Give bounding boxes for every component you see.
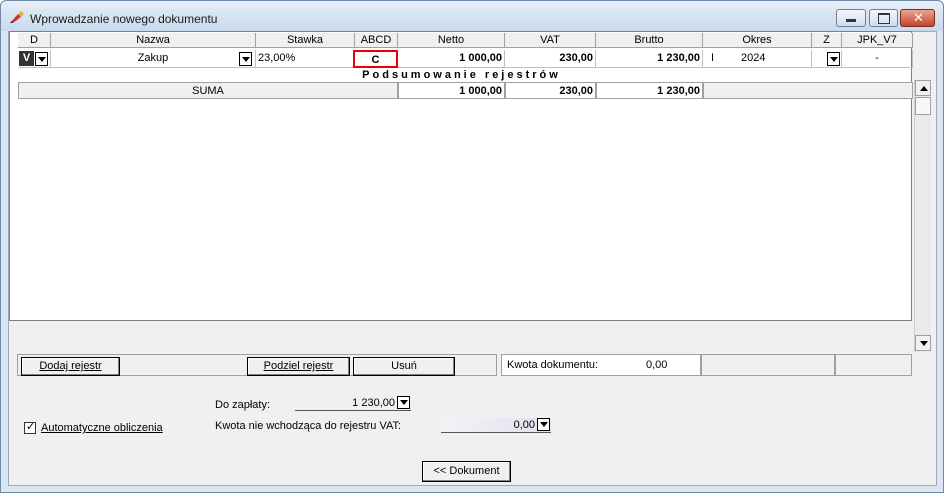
- dokument-button[interactable]: << Dokument: [422, 461, 511, 482]
- sum-netto: 1 000,00: [398, 82, 505, 99]
- close-button[interactable]: ✕: [900, 9, 935, 27]
- maximize-button[interactable]: [869, 9, 898, 27]
- cell-jpk[interactable]: -: [842, 50, 913, 68]
- cell-stawka[interactable]: 23,00%: [256, 50, 355, 68]
- arrow-up-icon: [920, 86, 928, 91]
- header-brutto[interactable]: Brutto: [596, 33, 703, 48]
- cell-brutto[interactable]: 1 230,00: [596, 50, 703, 68]
- add-register-button[interactable]: Dodaj rejestr: [21, 357, 120, 376]
- title-bar[interactable]: Wprowadzanie nowego dokumentu ✕: [1, 1, 943, 31]
- vertical-scrollbar[interactable]: [914, 80, 931, 352]
- maximize-icon: [878, 13, 890, 24]
- pen-icon: [10, 11, 24, 23]
- header-vat[interactable]: VAT: [505, 33, 596, 48]
- footer-empty-1: [701, 354, 835, 376]
- auto-calc-label: Automatyczne obliczenia: [41, 422, 163, 434]
- do-zaplaty-dropdown[interactable]: [397, 396, 410, 409]
- amount-value: 0,00: [646, 359, 668, 371]
- header-netto[interactable]: Netto: [398, 33, 505, 48]
- sum-label: SUMA: [18, 82, 398, 99]
- nazwa-value: Zakup: [137, 52, 169, 64]
- header-nazwa[interactable]: Nazwa: [51, 33, 256, 48]
- sum-brutto: 1 230,00: [596, 82, 703, 99]
- window-title: Wprowadzanie nowego dokumentu: [30, 12, 218, 26]
- footer-empty-2: [835, 354, 912, 376]
- scroll-down-button[interactable]: [915, 335, 931, 351]
- cell-z[interactable]: [812, 50, 842, 68]
- d-dropdown[interactable]: [35, 52, 48, 66]
- kwota-nie-dropdown[interactable]: [537, 418, 550, 431]
- cell-okres[interactable]: I 2024: [703, 50, 812, 68]
- register-grid: D Nazwa Stawka ABCD Netto VAT Brutto Okr…: [9, 31, 913, 321]
- minimize-icon: [846, 19, 856, 22]
- d-value: V: [19, 51, 34, 66]
- cell-nazwa[interactable]: Zakup: [51, 50, 256, 68]
- kwota-nie-field[interactable]: 0,00: [441, 418, 551, 433]
- window: Wprowadzanie nowego dokumentu ✕ D Nazwa …: [0, 0, 944, 493]
- sum-vat: 230,00: [505, 82, 596, 99]
- scroll-up-button[interactable]: [915, 80, 931, 96]
- header-jpk[interactable]: JPK_V7: [842, 33, 913, 48]
- nazwa-dropdown[interactable]: [239, 52, 252, 66]
- header-z[interactable]: Z: [812, 33, 842, 48]
- minimize-button[interactable]: [836, 9, 866, 27]
- summary-section-title: Podsumowanie rejestrów: [362, 69, 561, 81]
- z-dropdown[interactable]: [827, 52, 840, 66]
- close-icon: ✕: [913, 10, 924, 25]
- cell-vat[interactable]: 230,00: [505, 50, 596, 68]
- amount-label: Kwota dokumentu:: [507, 359, 599, 371]
- okres-year: 2024: [741, 52, 766, 64]
- amount-box: Kwota dokumentu: 0,00: [501, 354, 701, 376]
- auto-calc-checkbox[interactable]: [24, 420, 36, 434]
- do-zaplaty-label: Do zapłaty:: [215, 399, 271, 411]
- scroll-thumb[interactable]: [915, 97, 931, 115]
- arrow-down-icon: [920, 341, 928, 346]
- header-d[interactable]: D: [18, 33, 51, 48]
- cell-netto[interactable]: 1 000,00: [398, 50, 505, 68]
- okres-month: I: [711, 52, 715, 64]
- header-stawka[interactable]: Stawka: [256, 33, 355, 48]
- header-okres[interactable]: Okres: [703, 33, 812, 48]
- header-abcd[interactable]: ABCD: [355, 33, 398, 48]
- sum-empty: [703, 82, 913, 99]
- cell-d[interactable]: V: [18, 50, 51, 68]
- kwota-nie-label: Kwota nie wchodząca do rejestru VAT:: [215, 420, 402, 432]
- cell-abcd[interactable]: C: [353, 50, 398, 68]
- do-zaplaty-field[interactable]: 1 230,00: [295, 396, 411, 411]
- split-register-button[interactable]: Podziel rejestr: [247, 357, 350, 376]
- delete-button[interactable]: Usuń: [353, 357, 455, 376]
